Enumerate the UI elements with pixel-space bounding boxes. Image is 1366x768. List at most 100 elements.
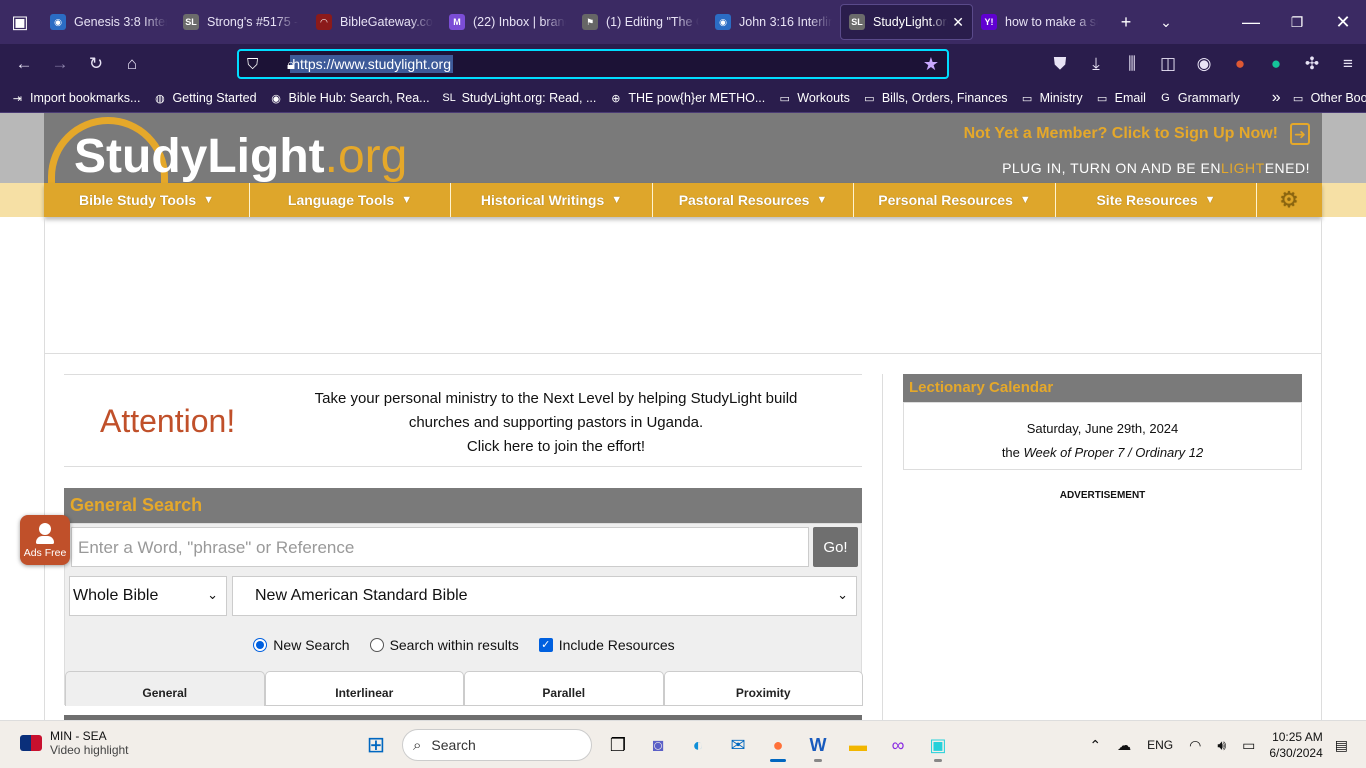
bookmark-item[interactable]: ▭ Ministry	[1020, 91, 1083, 106]
bookmark-item[interactable]: ◉ Bible Hub: Search, Rea...	[269, 91, 430, 106]
bookmark-item[interactable]: ▭ Bills, Orders, Finances	[862, 91, 1007, 106]
notification-icon[interactable]: ▤	[1335, 737, 1348, 754]
meet-icon[interactable]: ◙	[638, 727, 678, 763]
lectionary-week[interactable]: Week of Proper 7 / Ordinary 12	[1024, 445, 1204, 460]
back-icon[interactable]: ←	[6, 48, 42, 80]
bookmark-item[interactable]: ▭ Workouts	[777, 91, 850, 106]
bookmark-item[interactable]: ◍ Getting Started	[152, 91, 256, 106]
scope-select[interactable]: Whole Bible ⌄	[69, 576, 227, 616]
battery-icon[interactable]: ▭	[1242, 737, 1255, 754]
bookmark-item[interactable]: ▭ Email	[1095, 91, 1146, 106]
site-logo[interactable]: StudyLight.org	[74, 129, 407, 184]
other-bookmarks[interactable]: ▭ Other Bookmarks	[1291, 91, 1366, 106]
new-search-radio[interactable]: New Search	[253, 637, 350, 653]
join-effort-link[interactable]: Click here to join the effort!	[310, 435, 802, 459]
bookmarks-overflow-icon[interactable]: »	[1272, 89, 1281, 107]
bookmark-star-icon[interactable]: ★	[923, 54, 939, 75]
bookmark-icon: ◍	[155, 92, 165, 105]
windows-taskbar: MIN - SEA Video highlight ⊞ ⌕ Search ❐ ◙…	[0, 720, 1366, 768]
taskbar-search[interactable]: ⌕ Search	[402, 729, 592, 761]
signup-link[interactable]: Not Yet a Member? Click to Sign Up Now!	[964, 125, 1278, 143]
file-explorer-icon[interactable]: ▬	[838, 727, 878, 763]
bookmark-label: Bible Hub: Search, Rea...	[288, 91, 430, 105]
bookmark-item[interactable]: SL StudyLight.org: Read, ...	[442, 91, 596, 106]
nav-item-label: Pastoral Resources	[678, 192, 810, 208]
lock-icon[interactable]: 🔒︎	[287, 56, 294, 73]
ads-free-button[interactable]: Ads Free	[20, 515, 70, 565]
library-icon[interactable]: ⫼	[1114, 48, 1150, 80]
tab-proximity[interactable]: Proximity	[663, 671, 863, 706]
nav-item[interactable]: Historical Writings ▼	[451, 183, 653, 217]
pocket-icon[interactable]: ⛊	[1042, 48, 1078, 80]
url-bar[interactable]: ⛉ 🔒︎ https://www.studylight.org ★	[237, 49, 949, 79]
grammarly-extension-icon[interactable]: ●	[1258, 48, 1294, 80]
close-window-icon[interactable]: ✕	[1320, 4, 1366, 40]
word-icon[interactable]: W	[798, 727, 838, 763]
sign-in-icon[interactable]: ➜	[1290, 123, 1310, 145]
amazon-music-icon[interactable]: ▣	[918, 727, 958, 763]
browser-tab[interactable]: ⚑ (1) Editing "The C	[574, 4, 707, 40]
browser-tab[interactable]: Y! how to make a sc	[973, 4, 1106, 40]
forward-icon[interactable]: →	[42, 48, 78, 80]
include-resources-checkbox[interactable]: ✓ Include Resources	[538, 637, 675, 653]
clock[interactable]: 10:25 AM 6/30/2024	[1269, 729, 1322, 761]
general-search-panel: Enter a Word, "phrase" or Reference Go! …	[64, 523, 863, 706]
tab-parallel[interactable]: Parallel	[464, 671, 664, 706]
attention-banner[interactable]: Attention! Take your personal ministry t…	[64, 374, 862, 467]
browser-tab[interactable]: ◉ Genesis 3:8 Interli	[42, 4, 175, 40]
chevron-up-icon[interactable]: ⌃	[1089, 737, 1101, 754]
restore-icon[interactable]: ❐	[1274, 4, 1320, 40]
bookmark-icon: ▭	[779, 92, 790, 105]
list-all-tabs-icon[interactable]: ⌄	[1146, 4, 1186, 40]
bookmark-item[interactable]: ⊕ THE pow{h}er METHO...	[608, 91, 765, 106]
tab-interlinear[interactable]: Interlinear	[264, 671, 464, 706]
news-widget[interactable]: MIN - SEA Video highlight	[20, 729, 129, 757]
nav-item[interactable]: Pastoral Resources ▼	[653, 183, 854, 217]
account-icon[interactable]: ◉	[1186, 48, 1222, 80]
browser-tab[interactable]: ◠ BibleGateway.com	[308, 4, 441, 40]
browser-tab[interactable]: ◉ John 3:16 Interlin	[707, 4, 840, 40]
nav-item[interactable]: Personal Resources ▼	[854, 183, 1056, 217]
sidebar-icon[interactable]: ◫	[1150, 48, 1186, 80]
copilot-icon[interactable]: ∞	[878, 727, 918, 763]
bookmark-item[interactable]: G Grammarly	[1158, 91, 1240, 106]
menu-icon[interactable]: ≡	[1330, 48, 1366, 80]
wifi-icon[interactable]: ◠	[1189, 737, 1201, 754]
version-select[interactable]: New American Standard Bible ⌄	[232, 576, 857, 616]
cloud-icon[interactable]: ☁	[1117, 737, 1131, 754]
tab-overview-icon[interactable]: ▣	[0, 4, 40, 40]
search-input[interactable]: Enter a Word, "phrase" or Reference	[71, 527, 809, 567]
downloads-icon[interactable]: ⤓	[1078, 48, 1114, 80]
nav-item[interactable]: Site Resources ▼	[1056, 183, 1257, 217]
go-button[interactable]: Go!	[813, 527, 858, 567]
bookmark-item[interactable]: ⇥ Import bookmarks...	[10, 91, 141, 106]
caret-down-icon: ▼	[816, 194, 828, 206]
new-tab-button[interactable]: +	[1106, 4, 1146, 40]
settings-gear-icon[interactable]: ⚙	[1257, 183, 1321, 217]
volume-icon[interactable]: 🔊︎	[1217, 737, 1226, 754]
firefox-icon[interactable]: ●	[758, 727, 798, 763]
search-within-radio[interactable]: Search within results	[369, 637, 519, 653]
language-indicator[interactable]: ENG	[1147, 738, 1173, 752]
nav-item[interactable]: Bible Study Tools ▼	[44, 183, 250, 217]
start-icon[interactable]: ⊞	[356, 727, 396, 763]
check-icon[interactable]: ✓	[538, 638, 553, 652]
url-text[interactable]: https://www.studylight.org	[290, 55, 454, 73]
tab-general[interactable]: General	[65, 671, 265, 706]
reload-icon[interactable]: ↻	[78, 48, 114, 80]
nav-item[interactable]: Language Tools ▼	[250, 183, 451, 217]
bookmark-label: Ministry	[1039, 91, 1083, 105]
home-icon[interactable]: ⌂	[114, 48, 150, 80]
shield-icon[interactable]: ⛉	[247, 56, 258, 73]
edge-icon[interactable]: ◐	[678, 727, 718, 763]
task-view-icon[interactable]: ❐	[598, 727, 638, 763]
duckduckgo-extension-icon[interactable]: ●	[1222, 48, 1258, 80]
close-tab-icon[interactable]: ✕	[948, 14, 964, 31]
browser-tab[interactable]: SL Strong's #5175 -	[175, 4, 308, 40]
tab-label: Strong's #5175 -	[207, 15, 299, 29]
mail-icon[interactable]: ✉	[718, 727, 758, 763]
extensions-icon[interactable]: ✣	[1294, 48, 1330, 80]
minimize-icon[interactable]: —	[1228, 4, 1274, 40]
browser-tab[interactable]: M (22) Inbox | branc	[441, 4, 574, 40]
browser-tab[interactable]: SL StudyLight.org ✕	[840, 4, 973, 40]
